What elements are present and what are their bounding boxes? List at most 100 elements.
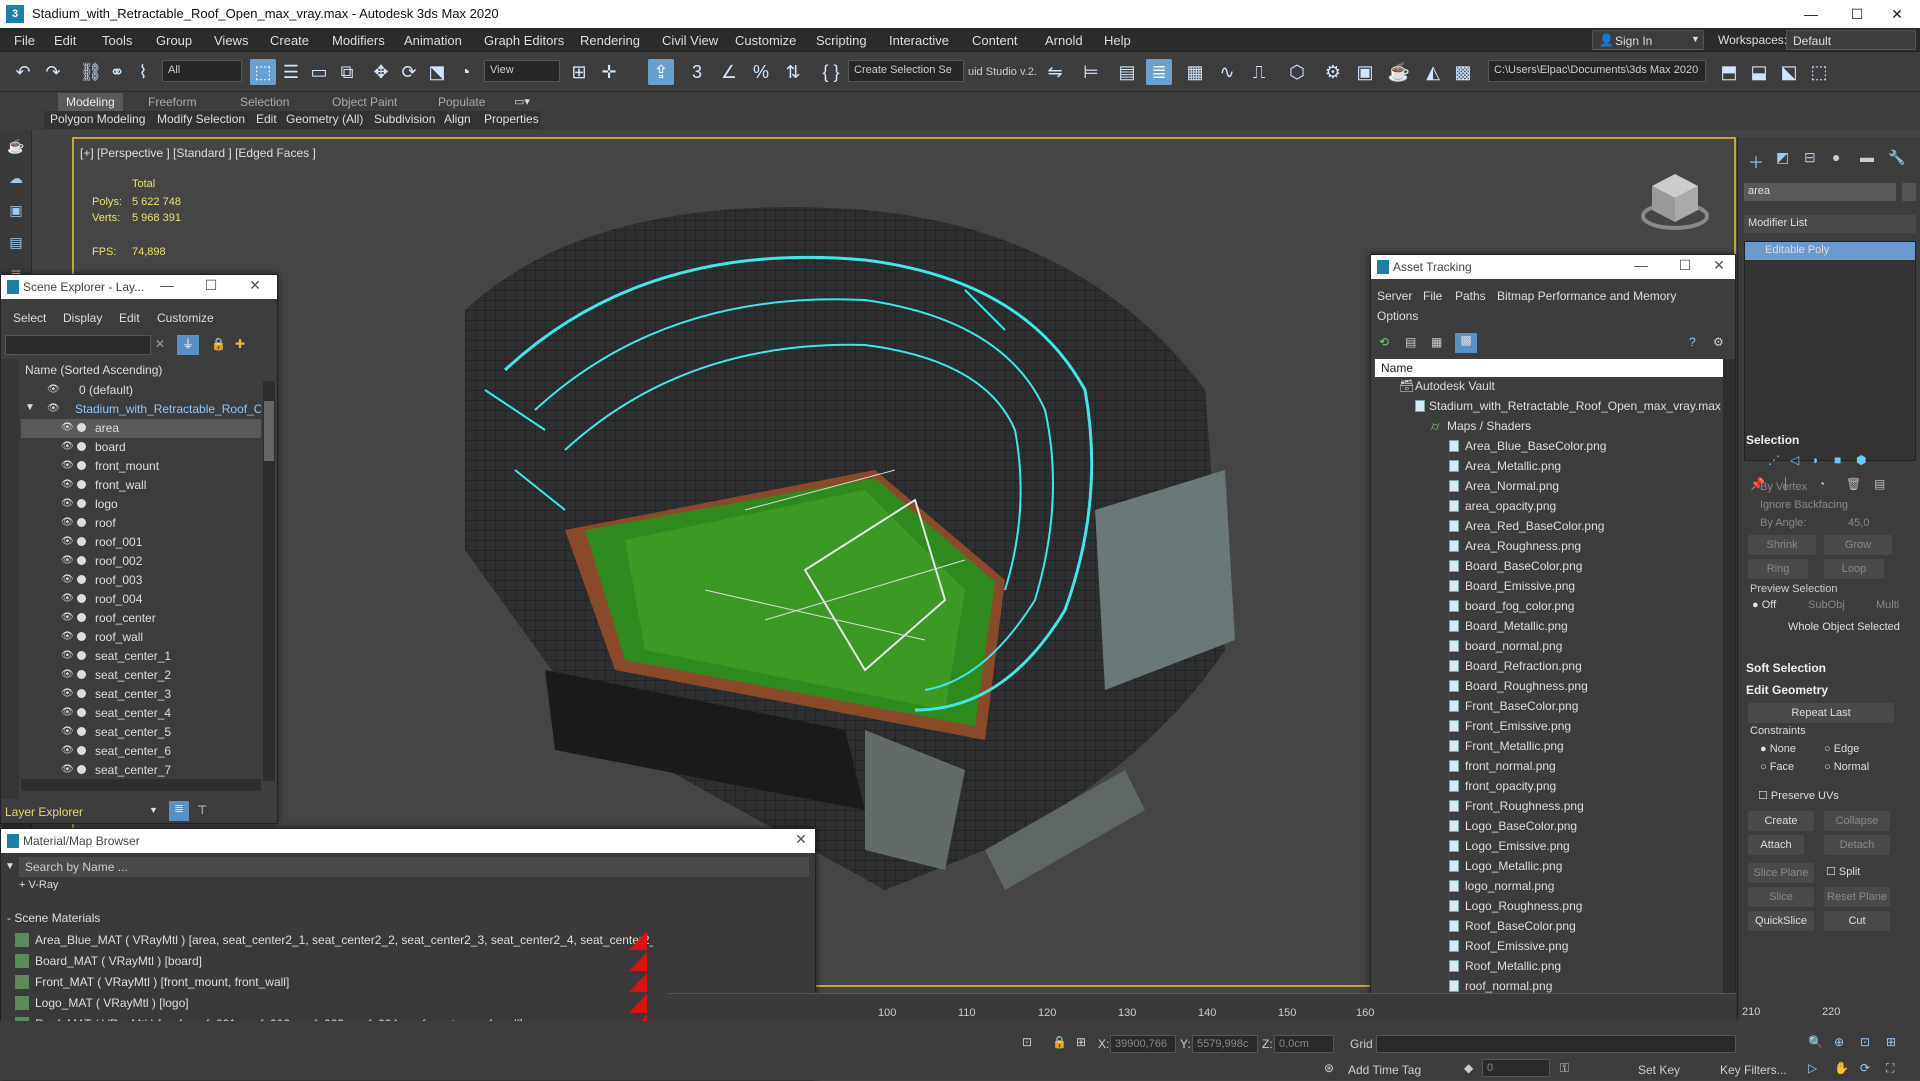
viewport-label[interactable]: [+] [Perspective ] [Standard ] [Edged Fa… bbox=[80, 146, 316, 160]
key-filters-button[interactable]: Key Filters... bbox=[1720, 1063, 1787, 1077]
maps-folder-row[interactable]: ⌭ Maps / Shaders bbox=[1375, 417, 1723, 436]
se-menu-display[interactable]: Display bbox=[63, 311, 102, 325]
asset-map-row[interactable]: Front_Metallic.png bbox=[1375, 737, 1723, 756]
time-tag-icon[interactable]: ⊛ bbox=[1324, 1061, 1334, 1075]
eye-icon[interactable]: 👁 bbox=[61, 631, 74, 643]
z-coordinate-field[interactable]: 0,0cm bbox=[1274, 1035, 1334, 1053]
menu-modifiers[interactable]: Modifiers bbox=[332, 33, 385, 48]
asset-map-row[interactable]: Area_Metallic.png bbox=[1375, 457, 1723, 476]
expand-icon[interactable]: ▼ bbox=[25, 402, 35, 413]
help-icon[interactable]: ? bbox=[1689, 335, 1696, 349]
asset-map-row[interactable]: Logo_Emissive.png bbox=[1375, 837, 1723, 856]
object-row[interactable]: 👁 seat_center_5 bbox=[21, 723, 261, 742]
teapot-icon[interactable]: ☕ bbox=[6, 138, 26, 158]
clear-search-icon[interactable]: ✕ bbox=[155, 337, 165, 351]
eye-icon[interactable]: 👁 bbox=[61, 555, 74, 567]
asset-map-row[interactable]: Front_Roughness.png bbox=[1375, 797, 1723, 816]
modifier-editable-poly[interactable]: Editable Poly bbox=[1745, 242, 1915, 260]
hierarchy-tab-icon[interactable]: ⊟ bbox=[1804, 149, 1816, 166]
render-in-cloud-icon[interactable]: ▩ bbox=[1450, 59, 1476, 85]
object-row[interactable]: 👁 front_wall bbox=[21, 476, 261, 495]
eye-icon[interactable]: 👁 bbox=[47, 384, 60, 396]
subobject-vertex-icon[interactable]: ⋰ bbox=[1768, 453, 1780, 467]
slice-plane-button[interactable]: Slice Plane bbox=[1748, 863, 1814, 883]
attach-button[interactable]: Attach bbox=[1748, 835, 1804, 855]
name-column-header[interactable]: Name (Sorted Ascending) bbox=[25, 363, 162, 377]
material-editor-icon[interactable]: ⬡ bbox=[1284, 59, 1310, 85]
timeline[interactable]: 100 110 120 130 140 150 160 bbox=[668, 993, 1736, 1021]
se-menu-customize[interactable]: Customize bbox=[157, 311, 214, 325]
eye-icon[interactable]: 👁 bbox=[61, 688, 74, 700]
asset-map-row[interactable]: Roof_BaseColor.png bbox=[1375, 917, 1723, 936]
quickslice-button[interactable]: QuickSlice bbox=[1748, 911, 1814, 931]
asset-map-row[interactable]: board_fog_color.png bbox=[1375, 597, 1723, 616]
stadium-model[interactable] bbox=[445, 170, 1265, 890]
close-button[interactable]: ✕ bbox=[1874, 0, 1920, 28]
reset-plane-button[interactable]: Reset Plane bbox=[1824, 887, 1890, 907]
orbit-icon[interactable]: ⟳ bbox=[1860, 1061, 1870, 1075]
collapse-button[interactable]: Collapse bbox=[1824, 811, 1890, 831]
toggle-scene-explorer-icon[interactable]: ▤ bbox=[1114, 59, 1140, 85]
asset-map-row[interactable]: Area_Red_BaseColor.png bbox=[1375, 517, 1723, 536]
detach-button[interactable]: Detach bbox=[1824, 835, 1890, 855]
filter-icon[interactable]: ⏚ bbox=[177, 335, 199, 355]
sign-in-dropdown[interactable]: 👤 Sign In ▼ bbox=[1592, 30, 1704, 50]
undo-icon[interactable]: ↶ bbox=[10, 59, 36, 85]
close-button[interactable]: ✕ bbox=[241, 277, 269, 294]
modify-tab-icon[interactable]: ◩ bbox=[1776, 149, 1789, 166]
loop-button[interactable]: Loop bbox=[1824, 559, 1884, 579]
redo-icon[interactable]: ↷ bbox=[40, 59, 66, 85]
menu-animation[interactable]: Animation bbox=[404, 33, 462, 48]
menu-file[interactable]: File bbox=[14, 33, 35, 48]
open-file-icon[interactable]: ⬒ bbox=[1716, 59, 1742, 85]
rectangular-selection-icon[interactable]: ▭ bbox=[306, 59, 332, 85]
x-coordinate-field[interactable]: 39900,766 bbox=[1110, 1035, 1176, 1053]
subobject-polygon-icon[interactable]: ■ bbox=[1834, 453, 1841, 467]
asset-map-row[interactable]: Area_Roughness.png bbox=[1375, 537, 1723, 556]
layers-icon[interactable]: ▤ bbox=[6, 234, 26, 254]
vray-group[interactable]: + V-Ray bbox=[19, 879, 58, 891]
at-menu-options[interactable]: Options bbox=[1377, 309, 1418, 323]
keyboard-shortcut-override-icon[interactable]: ⇪ bbox=[648, 59, 674, 85]
selection-filter-dropdown[interactable]: All bbox=[162, 60, 242, 82]
by-vertex-checkbox[interactable]: By Vertex bbox=[1760, 481, 1807, 493]
material-browser-titlebar[interactable]: Material/Map Browser ✕ bbox=[1, 829, 815, 853]
asset-map-row[interactable]: board_normal.png bbox=[1375, 637, 1723, 656]
named-selection-dropdown[interactable]: Create Selection Se bbox=[848, 60, 964, 82]
set-key-button[interactable]: Set Key bbox=[1638, 1063, 1680, 1077]
menu-group[interactable]: Group bbox=[156, 33, 192, 48]
search-options-icon[interactable]: ▼ bbox=[5, 861, 15, 872]
y-coordinate-field[interactable]: 5579,998c bbox=[1192, 1035, 1258, 1053]
reference-coordinate-dropdown[interactable]: View bbox=[484, 60, 560, 82]
lock-icon[interactable]: 🔒 bbox=[1052, 1035, 1067, 1049]
schematic-view-icon[interactable]: ⎍ bbox=[1246, 59, 1272, 85]
object-row[interactable]: 👁 front_mount bbox=[21, 457, 261, 476]
constraint-none-radio[interactable]: ● None bbox=[1760, 743, 1796, 755]
eye-icon[interactable]: 👁 bbox=[61, 517, 74, 529]
make-unique-icon[interactable]: ◔ bbox=[1818, 477, 1825, 491]
minimize-button[interactable]: — bbox=[1788, 0, 1834, 28]
subtab-geometry-all[interactable]: Geometry (All) bbox=[286, 112, 363, 126]
subtab-edit[interactable]: Edit bbox=[256, 112, 277, 126]
menu-civil-view[interactable]: Civil View bbox=[662, 33, 718, 48]
curve-editor-icon[interactable]: ∿ bbox=[1214, 59, 1240, 85]
max-file-row[interactable]: Stadium_with_Retractable_Roof_Open_max_v… bbox=[1375, 397, 1723, 416]
at-menu-file[interactable]: File bbox=[1423, 289, 1442, 303]
menu-views[interactable]: Views bbox=[214, 33, 248, 48]
refresh-icon[interactable]: ⟲ bbox=[1379, 335, 1389, 349]
preview-subobj-radio[interactable]: SubObj bbox=[1808, 599, 1845, 611]
settings-icon[interactable]: ⚙ bbox=[1713, 335, 1724, 349]
align-icon[interactable]: ⊨ bbox=[1078, 59, 1104, 85]
se-scrollbar-thumb[interactable] bbox=[264, 401, 274, 461]
layer-mode-icon[interactable]: ≣ bbox=[169, 801, 189, 821]
asset-map-row[interactable]: area_opacity.png bbox=[1375, 497, 1723, 516]
menu-tools[interactable]: Tools bbox=[102, 33, 132, 48]
object-row[interactable]: 👁 seat_center_3 bbox=[21, 685, 261, 704]
add-time-tag-label[interactable]: Add Time Tag bbox=[1348, 1063, 1421, 1077]
at-scrollbar[interactable] bbox=[1723, 359, 1735, 1005]
eye-icon[interactable]: 👁 bbox=[61, 536, 74, 548]
project-folder-icon[interactable]: ⬓ bbox=[1746, 59, 1772, 85]
asset-map-row[interactable]: Area_Normal.png bbox=[1375, 477, 1723, 496]
preview-off-radio[interactable]: ● Off bbox=[1752, 599, 1776, 611]
cut-button[interactable]: Cut bbox=[1824, 911, 1890, 931]
